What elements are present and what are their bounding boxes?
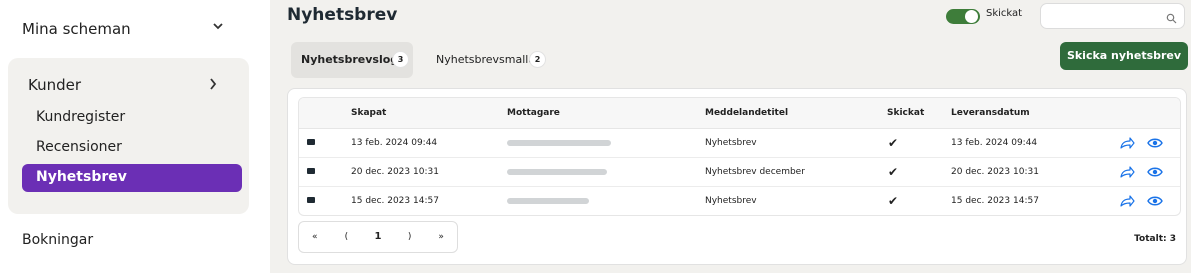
- sidebar-item-kundregister[interactable]: Kundregister: [22, 104, 242, 132]
- column-header-title: Meddelandetitel: [705, 108, 789, 118]
- tab-label: Nyhetsbrevslogg: [301, 53, 407, 66]
- recipient-redacted: [507, 140, 611, 146]
- eye-icon[interactable]: [1147, 193, 1163, 212]
- sidebar-group-label: Kunder: [28, 76, 82, 94]
- sidebar-item-kunder[interactable]: Kunder: [8, 72, 249, 100]
- chevron-right-icon: [209, 76, 217, 94]
- pagination: « ( 1 ) »: [298, 221, 458, 253]
- check-icon: ✔: [888, 136, 899, 150]
- cell-title: Nyhetsbrev: [705, 196, 757, 206]
- cell-delivery: 15 dec. 2023 14:57: [951, 196, 1039, 206]
- forward-icon[interactable]: [1119, 164, 1135, 183]
- sidebar-group-kunder: Kunder Kundregister Recensioner Nyhetsbr…: [8, 58, 249, 214]
- tab-count-badge: 2: [530, 52, 545, 67]
- table-row[interactable]: 15 dec. 2023 14:57 Nyhetsbrev ✔ 15 dec. …: [299, 187, 1180, 215]
- mail-icon: [307, 139, 315, 145]
- table-header: Skapat Mottagare Meddelandetitel Skickat…: [299, 98, 1180, 129]
- send-newsletter-button[interactable]: Skicka nyhetsbrev: [1060, 42, 1188, 70]
- tab-label: Nyhetsbrevsmallar: [436, 53, 540, 66]
- sidebar-item-label: Recensioner: [36, 139, 122, 155]
- cell-created: 20 dec. 2023 10:31: [351, 167, 439, 177]
- last-page-button[interactable]: »: [425, 222, 457, 252]
- recipient-redacted: [507, 169, 607, 175]
- sent-toggle[interactable]: [946, 9, 980, 24]
- sidebar-item-label: Nyhetsbrev: [36, 169, 127, 185]
- prev-page-button[interactable]: (: [331, 222, 363, 252]
- cell-title: Nyhetsbrev: [705, 138, 757, 148]
- next-page-button[interactable]: ): [394, 222, 426, 252]
- column-header-sent: Skickat: [887, 108, 925, 118]
- sidebar: Mina scheman Kunder Kundregister Recensi…: [0, 0, 262, 273]
- sidebar-item-recensioner[interactable]: Recensioner: [22, 134, 242, 162]
- first-page-button[interactable]: «: [299, 222, 331, 252]
- eye-icon[interactable]: [1147, 135, 1163, 154]
- cell-title: Nyhetsbrev december: [705, 167, 805, 177]
- newsletter-table: Skapat Mottagare Meddelandetitel Skickat…: [298, 97, 1181, 216]
- page-1-button[interactable]: 1: [362, 222, 394, 252]
- mail-icon: [307, 197, 315, 203]
- main-content: Nyhetsbrev Skickat Nyhetsbrevslogg 3 Nyh…: [270, 0, 1191, 273]
- cell-delivery: 20 dec. 2023 10:31: [951, 167, 1039, 177]
- forward-icon[interactable]: [1119, 193, 1135, 212]
- page-title: Nyhetsbrev: [287, 5, 398, 25]
- eye-icon[interactable]: [1147, 164, 1163, 183]
- sidebar-item-mina-scheman[interactable]: Mina scheman: [8, 10, 249, 48]
- search-icon: [1166, 9, 1177, 28]
- newsletter-log-card: Skapat Mottagare Meddelandetitel Skickat…: [287, 88, 1187, 265]
- table-row[interactable]: 20 dec. 2023 10:31 Nyhetsbrev december ✔…: [299, 158, 1180, 187]
- forward-icon[interactable]: [1119, 135, 1135, 154]
- recipient-redacted: [507, 198, 589, 204]
- search-input[interactable]: [1040, 3, 1185, 29]
- check-icon: ✔: [888, 165, 899, 179]
- tab-nyhetsbrevsmallar[interactable]: Nyhetsbrevsmallar 2: [426, 42, 556, 78]
- column-header-delivery: Leveransdatum: [951, 108, 1030, 118]
- table-row[interactable]: 13 feb. 2024 09:44 Nyhetsbrev ✔ 13 feb. …: [299, 129, 1180, 158]
- tab-nyhetsbrevslogg[interactable]: Nyhetsbrevslogg 3: [291, 42, 413, 78]
- toggle-label: Skickat: [986, 8, 1023, 19]
- sidebar-item-label: Mina scheman: [22, 20, 131, 38]
- column-header-created: Skapat: [351, 108, 387, 118]
- sidebar-item-label: Kundregister: [36, 109, 126, 125]
- tab-count-badge: 3: [393, 52, 408, 67]
- check-icon: ✔: [888, 194, 899, 208]
- sidebar-item-nyhetsbrev[interactable]: Nyhetsbrev: [22, 164, 242, 192]
- column-header-recipient: Mottagare: [507, 108, 560, 118]
- toggle-knob: [965, 10, 978, 23]
- chevron-down-icon: [213, 19, 223, 33]
- cell-created: 15 dec. 2023 14:57: [351, 196, 439, 206]
- cell-delivery: 13 feb. 2024 09:44: [951, 138, 1038, 148]
- cell-created: 13 feb. 2024 09:44: [351, 138, 438, 148]
- sidebar-item-bokningar[interactable]: Bokningar: [22, 232, 93, 248]
- mail-icon: [307, 168, 315, 174]
- total-count: Totalt: 3: [1134, 234, 1176, 244]
